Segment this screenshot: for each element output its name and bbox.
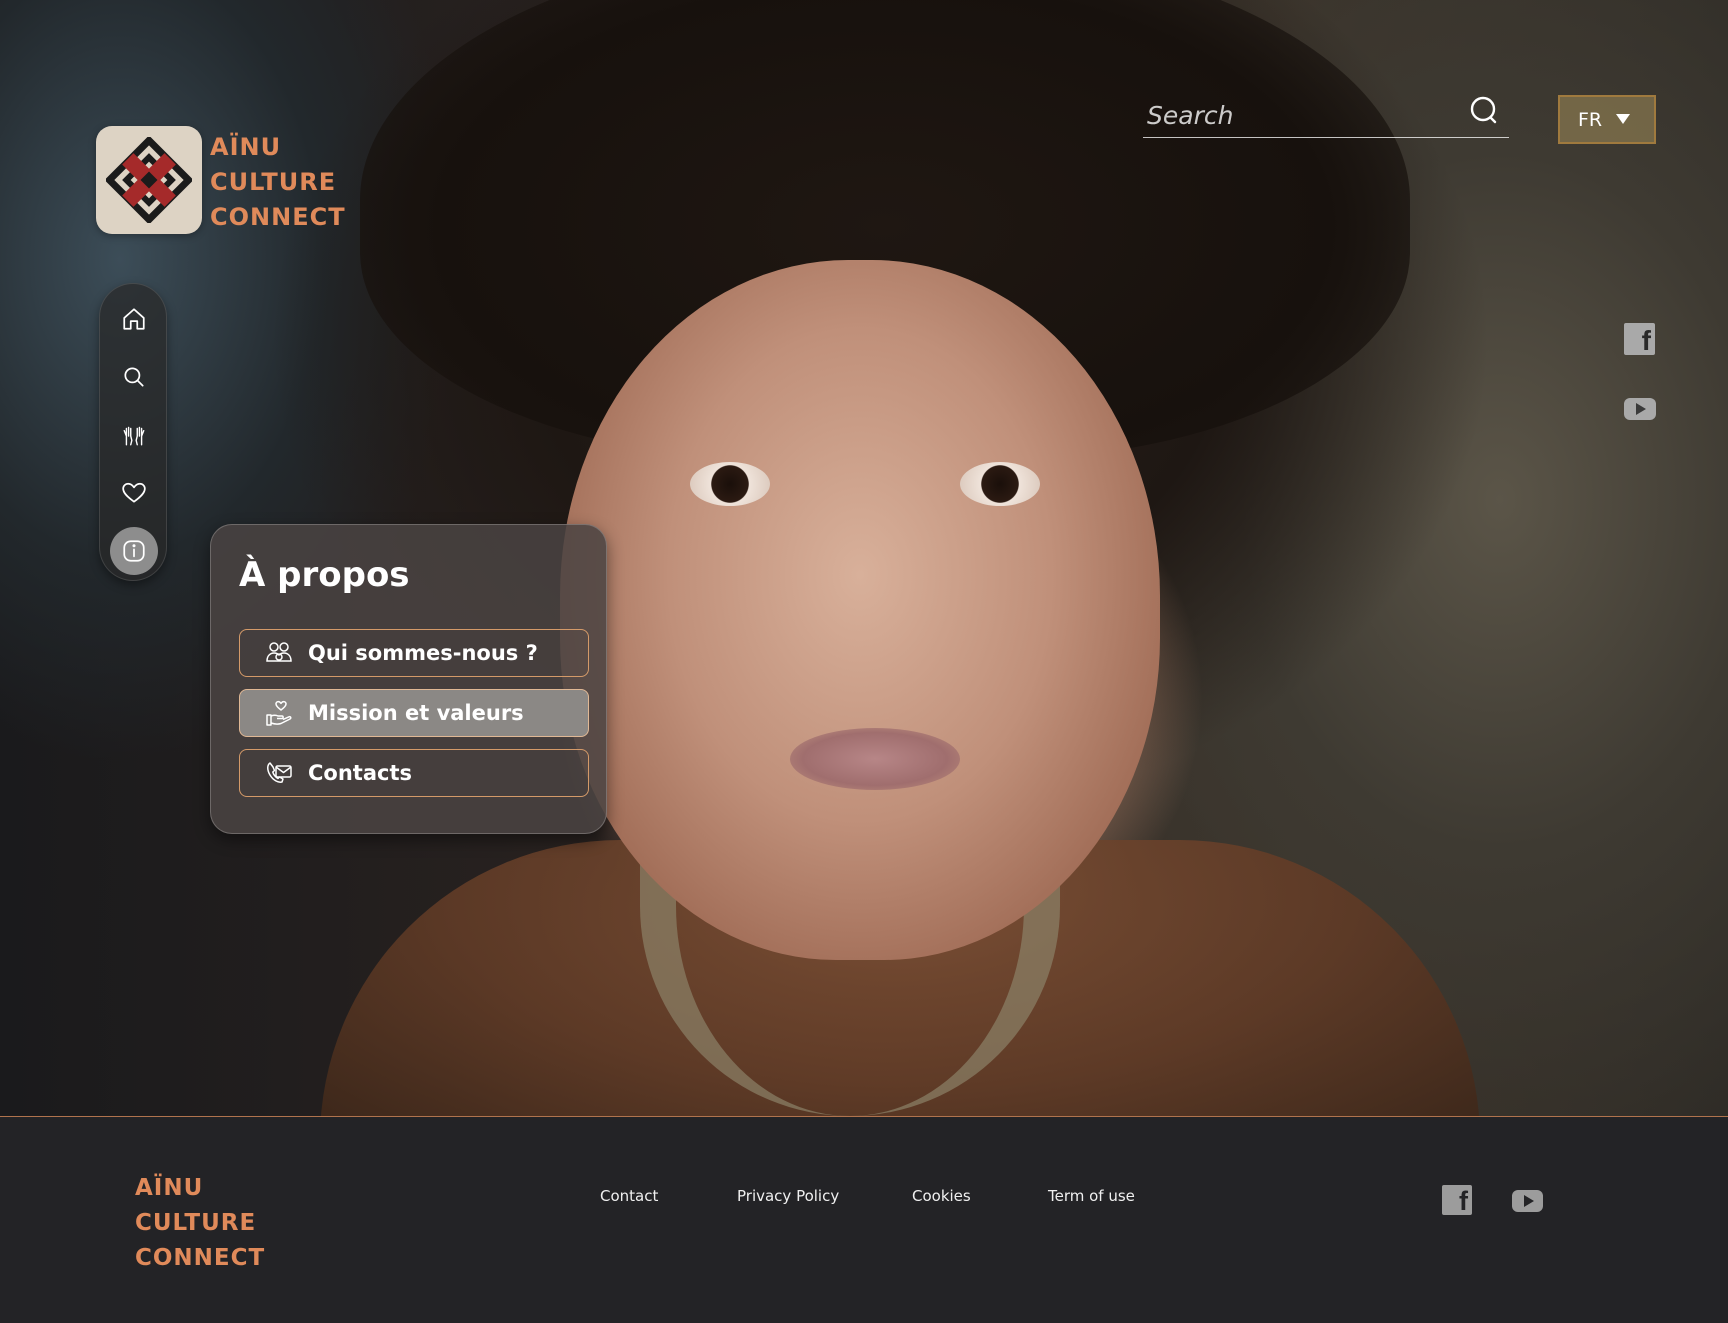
search-input[interactable] — [1147, 96, 1447, 134]
about-item-label: Contacts — [308, 761, 412, 785]
logo-line: CONNECT — [210, 203, 346, 231]
hero-eye-right — [960, 462, 1040, 506]
nav-about-button[interactable] — [110, 527, 158, 575]
nav-home-button[interactable] — [110, 295, 158, 343]
about-item-label: Mission et valeurs — [308, 701, 524, 725]
logo-line: CULTURE — [210, 168, 337, 196]
search-bar — [1143, 92, 1509, 138]
side-navigation — [99, 283, 167, 581]
chevron-down-icon — [1616, 114, 1630, 124]
contact-envelope-icon — [267, 762, 292, 783]
youtube-icon[interactable] — [1512, 1190, 1543, 1212]
footer: AÏNU CULTURE CONNECT Contact Privacy Pol… — [0, 1116, 1728, 1323]
about-item-mission-values[interactable]: Mission et valeurs — [239, 689, 589, 737]
about-item-label: Qui sommes-nous ? — [308, 641, 538, 665]
youtube-icon[interactable] — [1624, 398, 1656, 420]
hero-face-shape — [560, 260, 1160, 960]
facebook-icon[interactable]: f — [1624, 323, 1655, 356]
footer-link-contact[interactable]: Contact — [600, 1187, 658, 1205]
logo-wordmark: AÏNU CULTURE CONNECT — [210, 130, 346, 235]
nav-community-button[interactable] — [110, 411, 158, 459]
search-icon[interactable] — [1469, 96, 1501, 128]
info-icon — [123, 540, 145, 562]
search-icon — [124, 367, 144, 387]
footer-logo-line: AÏNU — [135, 1175, 204, 1201]
footer-logo-line: CONNECT — [135, 1245, 266, 1271]
footer-link-cookies[interactable]: Cookies — [912, 1187, 971, 1205]
facebook-icon[interactable]: f — [1442, 1185, 1472, 1216]
footer-logo[interactable]: AÏNU CULTURE CONNECT — [135, 1171, 265, 1276]
about-panel-title: À propos — [239, 555, 410, 595]
language-select[interactable]: FR — [1558, 95, 1656, 144]
site-logo[interactable]: AÏNU CULTURE CONNECT — [96, 126, 346, 235]
footer-link-privacy-policy[interactable]: Privacy Policy — [737, 1187, 839, 1205]
nav-search-button[interactable] — [110, 353, 158, 401]
logo-line: AÏNU — [210, 133, 282, 161]
footer-link-term-of-use[interactable]: Term of use — [1048, 1187, 1135, 1205]
footer-logo-line: CULTURE — [135, 1210, 257, 1236]
raised-hands-icon — [123, 426, 145, 446]
about-panel: À propos Qui sommes-nous ? Mission et va… — [210, 524, 607, 834]
home-icon — [123, 308, 145, 330]
language-selected-label: FR — [1578, 108, 1603, 131]
logo-emblem-icon — [96, 126, 202, 234]
hero-lips — [790, 728, 960, 790]
people-icon — [266, 642, 292, 662]
hand-heart-icon — [266, 700, 292, 726]
about-item-contacts[interactable]: Contacts — [239, 749, 589, 797]
about-item-who-we-are[interactable]: Qui sommes-nous ? — [239, 629, 589, 677]
hero-eye-left — [690, 462, 770, 506]
heart-icon — [122, 482, 146, 503]
nav-favorites-button[interactable] — [110, 469, 158, 517]
